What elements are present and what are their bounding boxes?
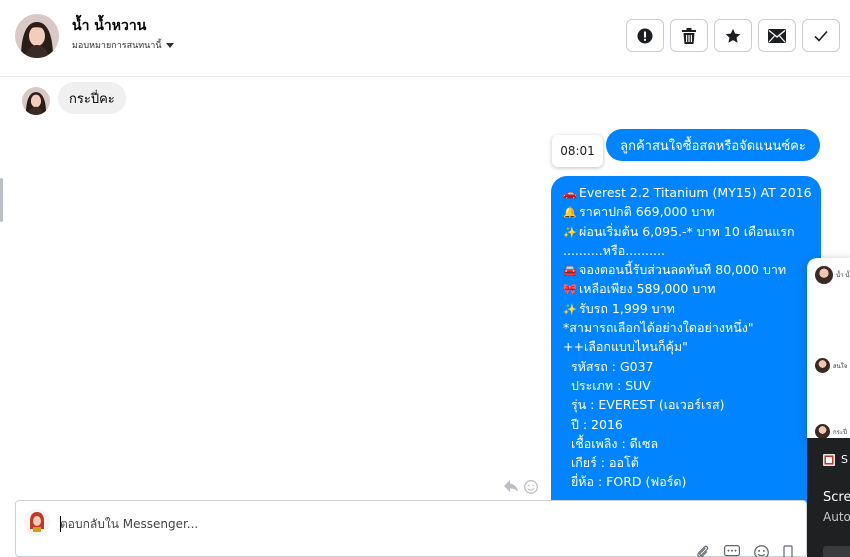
more-tools-icon[interactable] [783, 545, 793, 557]
toast-title: Scre [823, 490, 850, 505]
preview-avatar [815, 358, 830, 373]
message-timestamp: 08:01 [552, 135, 603, 167]
emoji-react-icon[interactable] [524, 480, 538, 494]
done-button[interactable] [802, 19, 840, 52]
text-caret [60, 516, 61, 532]
assign-label: มอบหมายการสนทนานี้ [72, 41, 162, 51]
toast-subtitle: Auto [823, 510, 850, 524]
offer-line: 🚘 จองตอนนี้รับส่วนลดทันที 80,000 บาท [563, 260, 821, 279]
offer-line: ++เลือกแบบไหนก็คุ้ม" [563, 339, 688, 355]
alert-button[interactable] [626, 19, 664, 52]
assign-conversation-dropdown[interactable]: มอบหมายการสนทนานี้ [72, 38, 174, 52]
mark-unread-button[interactable] [758, 19, 796, 52]
emoji-icon[interactable] [754, 545, 769, 557]
preview-avatar [815, 424, 830, 439]
offer-line: 🔔 ราคาปกติ 669,000 บาท [563, 202, 821, 221]
offer-line: รหัสรถ : G037 [563, 358, 654, 374]
contact-name[interactable]: น้ำ น้ำหวาน [72, 15, 146, 37]
caret-down-icon [165, 43, 174, 48]
preview-avatar [815, 266, 833, 284]
star-icon [725, 28, 741, 43]
reply-composer [15, 500, 807, 557]
bell-icon: 🔔 [563, 206, 577, 220]
conversation-preview-popover[interactable]: น้ำ น้ำ สนใจ กระปี่ [807, 258, 850, 439]
toast-action-button[interactable] [823, 546, 850, 557]
exclamation-circle-icon [637, 28, 653, 43]
star-button[interactable] [714, 19, 752, 52]
preview-row[interactable]: สนใจ [815, 358, 847, 373]
car-icon: 🚗 [563, 187, 577, 200]
saved-replies-icon[interactable] [724, 545, 740, 557]
share-icon[interactable] [504, 480, 518, 492]
car-icon: 🚘 [563, 264, 577, 278]
offer-line: เชื้อเพลิง : ดีเซล [563, 435, 659, 451]
offer-line: ✨ รับรถ 1,999 บาท [563, 299, 821, 318]
conversation-header: น้ำ น้ำหวาน มอบหมายการสนทนานี้ [0, 0, 850, 77]
sender-avatar[interactable] [22, 87, 50, 115]
outgoing-message-car-offer[interactable]: 🚗 Everest 2.2 Titanium (MY15) AT 2016 🔔 รา… [551, 176, 821, 506]
envelope-icon [768, 28, 786, 43]
toast-app-name: S [841, 453, 848, 466]
preview-row[interactable]: น้ำ น้ำ [815, 266, 850, 284]
composer-tools [696, 545, 793, 557]
trash-icon [682, 27, 696, 44]
offer-line: ประเภท : SUV [563, 377, 651, 393]
page-avatar [24, 509, 50, 535]
incoming-message[interactable]: กระปี่คะ [58, 82, 126, 114]
offer-line: 🚗 Everest 2.2 Titanium (MY15) AT 2016 [563, 183, 821, 202]
contact-avatar[interactable] [15, 14, 59, 58]
offer-line: *สามารถเลือกได้อย่างใดอย่างหนึ่ง" [563, 320, 754, 336]
screenshot-notification-toast[interactable]: S Scre Auto [807, 438, 850, 557]
attachment-icon[interactable] [696, 545, 710, 557]
outgoing-message[interactable]: ลูกค้าสนใจซื้อสดหรือจัดแนนซ์คะ [606, 129, 820, 161]
offer-line: ✨ ผ่อนเริ่มต้น 6,095.-* บาท 10 เดือนแรก [563, 222, 821, 241]
sparkles-icon: ✨ [563, 302, 577, 316]
check-icon [814, 30, 828, 42]
offer-line: ยี่ห้อ : FORD (ฟอร์ด) [563, 474, 687, 490]
header-actions [626, 19, 840, 52]
offer-line: รุ่น : EVEREST (เอเวอร์เรส) [563, 397, 725, 413]
delete-button[interactable] [670, 19, 708, 52]
message-hover-actions [504, 480, 538, 494]
reply-input[interactable] [60, 514, 760, 534]
scroll-indicator[interactable] [0, 178, 3, 222]
sparkles-icon: ✨ [563, 225, 577, 239]
message-thread[interactable]: กระปี่คะ 08:01 ลูกค้าสนใจซื้อสดหรือจัดแน… [0, 78, 850, 506]
offer-line: ปี : 2016 [563, 416, 623, 432]
offer-line: เกียร์ : ออโต้ [563, 455, 639, 471]
snipping-tool-icon [823, 454, 835, 466]
offer-line: ..........หรือ.......... [563, 242, 665, 258]
offer-line: 🎀 เหลือเพียง 589,000 บาท [563, 279, 821, 298]
ribbon-icon: 🎀 [563, 283, 577, 297]
preview-row[interactable]: กระปี่ [815, 424, 847, 439]
inbox-conversation-view: น้ำ น้ำหวาน มอบหมายการสนทนานี้ กระปี่คะ … [0, 0, 850, 557]
